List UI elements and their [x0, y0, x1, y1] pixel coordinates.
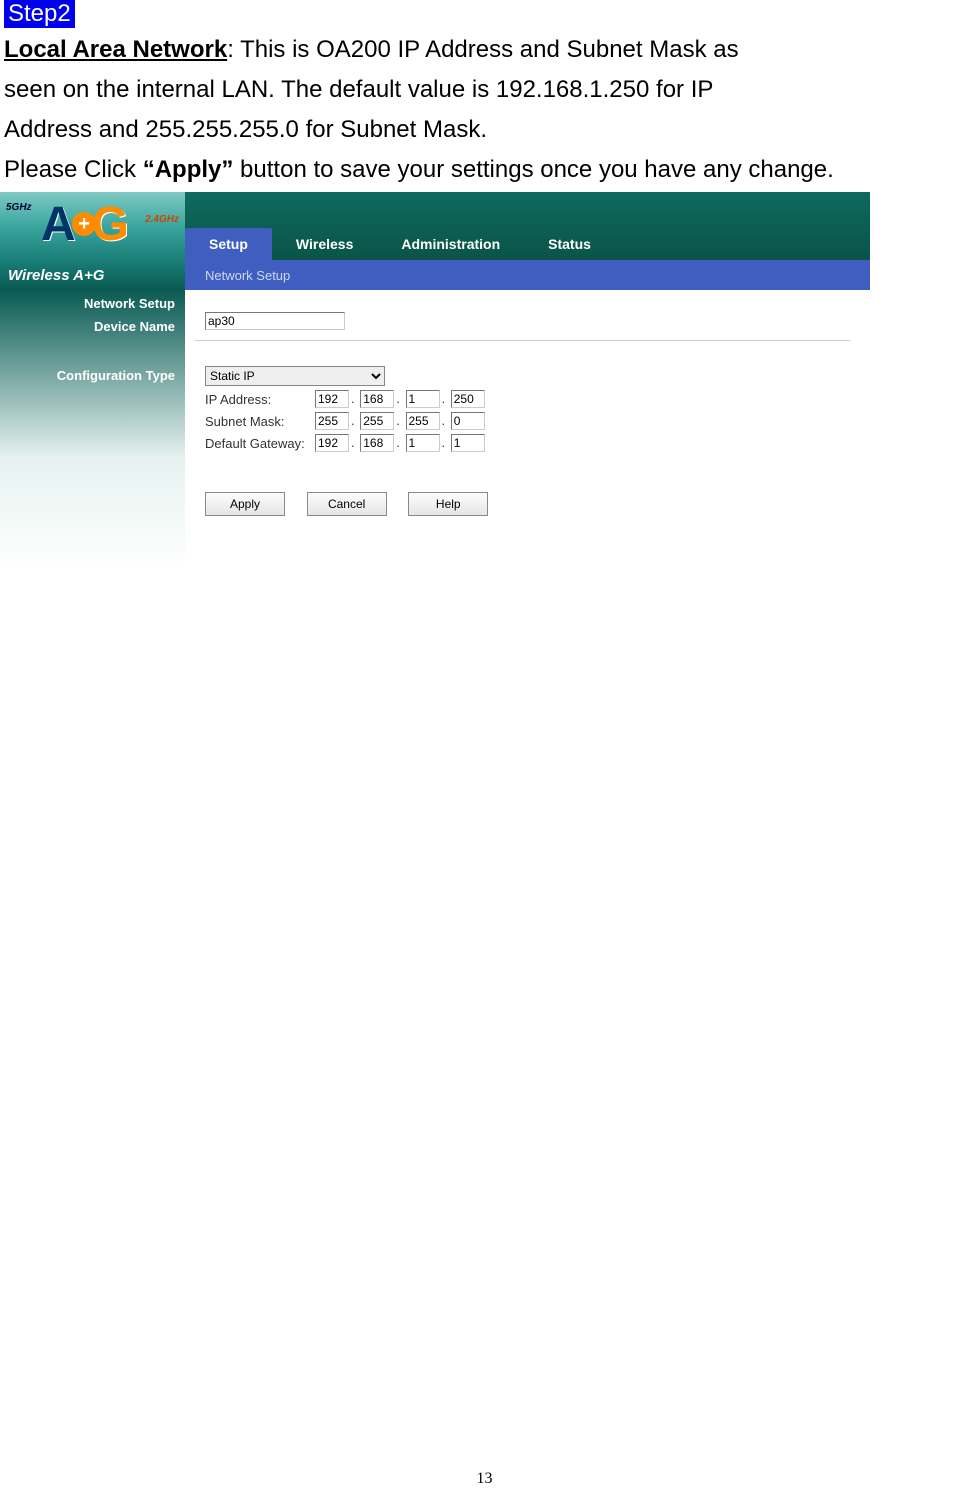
- dot: .: [396, 435, 400, 450]
- gw-octet-3[interactable]: [406, 434, 440, 452]
- mask-octet-1[interactable]: [315, 412, 349, 430]
- page-number: 13: [0, 1470, 969, 1508]
- dot: .: [442, 435, 446, 450]
- body-line2: seen on the internal LAN. The default va…: [4, 72, 965, 108]
- freq-24ghz-label: 2.4GHz: [145, 214, 179, 225]
- ip-octet-3[interactable]: [406, 390, 440, 408]
- logo-graphic: A + G: [30, 194, 140, 254]
- side-device-name-label: Device Name: [0, 319, 175, 334]
- apply-button[interactable]: Apply: [205, 492, 285, 516]
- subnav-network-setup[interactable]: Network Setup: [185, 260, 870, 290]
- dot: .: [351, 413, 355, 428]
- click-suffix: button to save your settings once you ha…: [233, 156, 833, 183]
- lead-colon: :: [227, 36, 234, 63]
- logo-letter-g: G: [92, 197, 129, 252]
- logo-subtitle: Wireless A+G: [0, 260, 185, 290]
- dot: .: [442, 413, 446, 428]
- main-tabs: Setup Wireless Administration Status: [185, 192, 870, 260]
- mask-octet-2[interactable]: [360, 412, 394, 430]
- side-labels: Network Setup Device Name Configuration …: [0, 290, 185, 570]
- body-line1: This is OA200 IP Address and Subnet Mask…: [234, 36, 739, 63]
- ip-octet-4[interactable]: [451, 390, 485, 408]
- cancel-button[interactable]: Cancel: [307, 492, 387, 516]
- dot: .: [396, 391, 400, 406]
- step-badge: Step2: [4, 0, 75, 28]
- device-name-input[interactable]: [205, 312, 345, 330]
- side-section-title: Network Setup: [0, 296, 175, 311]
- mask-octet-4[interactable]: [451, 412, 485, 430]
- ip-address-label: IP Address:: [205, 392, 315, 407]
- mask-octet-3[interactable]: [406, 412, 440, 430]
- dot: .: [442, 391, 446, 406]
- gateway-label: Default Gateway:: [205, 436, 315, 451]
- tab-setup[interactable]: Setup: [185, 228, 272, 260]
- side-config-type-label: Configuration Type: [0, 368, 175, 383]
- config-type-select[interactable]: Static IP: [205, 366, 385, 386]
- click-prefix: Please Click: [4, 156, 143, 183]
- content-area: Static IP IP Address: . . . Subnet Mask:…: [185, 290, 870, 570]
- ip-octet-2[interactable]: [360, 390, 394, 408]
- subnet-mask-label: Subnet Mask:: [205, 414, 315, 429]
- dot: .: [396, 413, 400, 428]
- lead-term: Local Area Network: [4, 36, 227, 63]
- tab-administration[interactable]: Administration: [377, 228, 524, 260]
- tab-status[interactable]: Status: [524, 228, 615, 260]
- freq-5ghz-label: 5GHz: [6, 202, 32, 213]
- dot: .: [351, 435, 355, 450]
- router-admin-panel: 5GHz 2.4GHz A + G Setup Wireless Adminis…: [0, 192, 870, 570]
- apply-quoted: “Apply”: [143, 156, 234, 183]
- body-line3: Address and 255.255.255.0 for Subnet Mas…: [4, 112, 965, 148]
- paragraph-2: Please Click “Apply” button to save your…: [4, 152, 965, 188]
- gw-octet-2[interactable]: [360, 434, 394, 452]
- gw-octet-1[interactable]: [315, 434, 349, 452]
- logo-area: 5GHz 2.4GHz A + G: [0, 192, 185, 260]
- tab-wireless[interactable]: Wireless: [272, 228, 377, 260]
- paragraph-1: Local Area Network: This is OA200 IP Add…: [4, 32, 965, 68]
- gw-octet-4[interactable]: [451, 434, 485, 452]
- dot: .: [351, 391, 355, 406]
- help-button[interactable]: Help: [408, 492, 488, 516]
- logo-letter-a: A: [41, 197, 76, 252]
- ip-octet-1[interactable]: [315, 390, 349, 408]
